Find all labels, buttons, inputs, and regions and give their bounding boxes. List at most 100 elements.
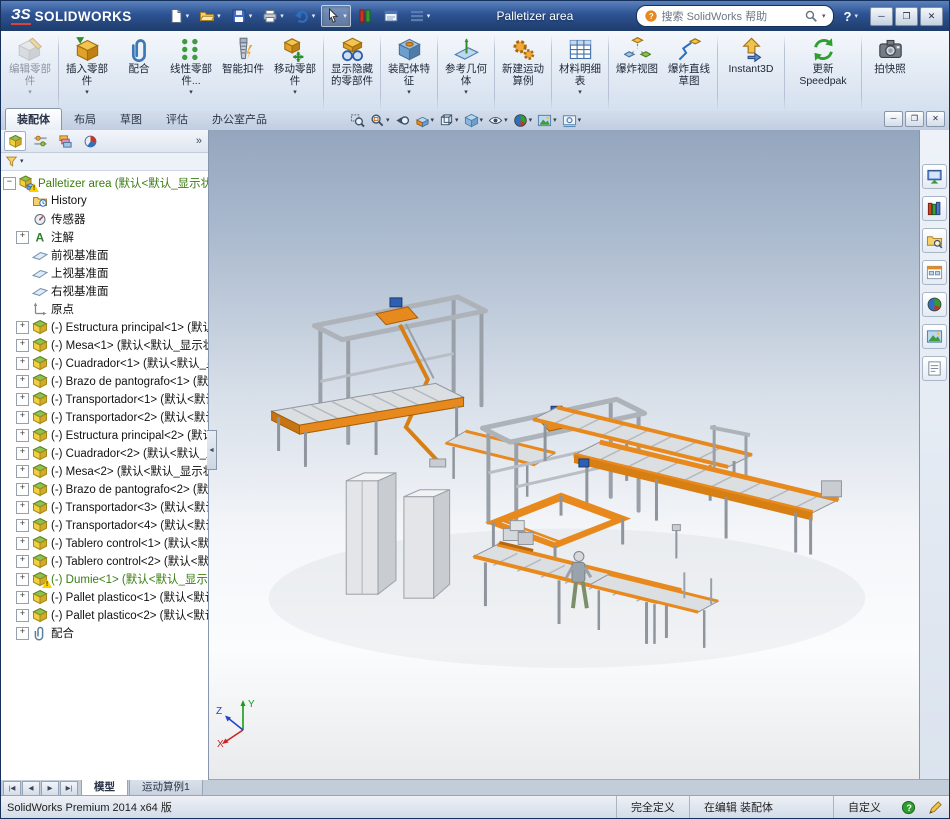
close-button[interactable]: ✕: [920, 6, 943, 26]
expand-icon[interactable]: +: [16, 338, 29, 352]
assembly-features-button[interactable]: 装配体特征 ▾: [383, 33, 435, 113]
bom-button[interactable]: 材料明细表 ▾: [554, 33, 606, 113]
graphics-area[interactable]: Y X Z: [209, 130, 919, 780]
explode-line-button[interactable]: 爆炸直线草图: [663, 33, 715, 113]
tree-item[interactable]: + (-) Transportador<3> (默认<默认_显示状态-1>): [3, 498, 208, 516]
motion-study-button[interactable]: 新建运动算例: [497, 33, 549, 113]
tab-evaluate[interactable]: 评估: [154, 108, 200, 130]
tree-item[interactable]: + A 注解: [3, 228, 208, 246]
expand-icon[interactable]: +: [16, 230, 29, 244]
hide-show-items-button[interactable]: ▾: [487, 113, 509, 128]
tree-root-item[interactable]: −!Palletizer area (默认<默认_显示状态-1>): [3, 174, 208, 192]
tree-item[interactable]: + (-) Transportador<1> (默认<默认_显示状态-1>): [3, 390, 208, 408]
chevron-down-icon[interactable]: ▾: [529, 117, 533, 124]
tree-item[interactable]: + (-) Transportador<2> (默认<默认_显示状态-1>): [3, 408, 208, 426]
previous-tab-button[interactable]: ◀: [22, 780, 40, 796]
quick-tips-icon[interactable]: ?: [901, 800, 916, 815]
panel-splitter[interactable]: ◄: [207, 430, 217, 470]
view-settings-button[interactable]: ▾: [561, 113, 583, 128]
zoom-area-button[interactable]: ▾: [369, 113, 391, 128]
chevron-down-icon[interactable]: ▾: [85, 89, 89, 96]
tree-item[interactable]: 右视基准面: [3, 282, 208, 300]
assembly-model[interactable]: [209, 130, 919, 780]
exploded-view-button[interactable]: 爆炸视图: [611, 33, 663, 113]
tree-item[interactable]: + (-) Tablero control<2> (默认<默认_显示状态-1>): [3, 552, 208, 570]
tree-item[interactable]: + 配合: [3, 624, 208, 642]
chevron-down-icon[interactable]: ▾: [455, 117, 459, 124]
tab-sketch[interactable]: 草图: [108, 108, 154, 130]
collapse-icon[interactable]: −: [3, 176, 16, 190]
expand-icon[interactable]: +: [16, 392, 29, 406]
expand-icon[interactable]: +: [16, 356, 29, 370]
tree-item[interactable]: + (-) Tablero control<1> (默认<默认_显示状态-1>): [3, 534, 208, 552]
last-tab-button[interactable]: ▶|: [60, 780, 78, 796]
chevron-down-icon[interactable]: ▾: [249, 13, 253, 20]
expand-icon[interactable]: +: [16, 554, 29, 568]
tree-item[interactable]: + (-) Brazo de pantografo<1> (默认<默认_显示状态-…: [3, 372, 208, 390]
design-library-button[interactable]: [922, 196, 947, 221]
chevron-down-icon[interactable]: ▾: [464, 89, 468, 96]
mate-button[interactable]: 配合: [113, 33, 165, 113]
options-button[interactable]: ▾: [405, 5, 435, 27]
expand-icon[interactable]: +: [16, 428, 29, 442]
first-tab-button[interactable]: |◀: [3, 780, 21, 796]
open-document-button[interactable]: ▾: [195, 5, 225, 27]
section-view-button[interactable]: ▾: [414, 113, 436, 128]
chevron-down-icon[interactable]: ▾: [578, 117, 582, 124]
chevron-down-icon[interactable]: ▾: [578, 89, 582, 96]
chevron-down-icon[interactable]: ▾: [280, 13, 284, 20]
displaymanager-tab[interactable]: [79, 131, 101, 151]
tree-item[interactable]: + (-) Mesa<2> (默认<默认_显示状态-1>): [3, 462, 208, 480]
speedpak-button[interactable]: 更新 Speedpak: [787, 33, 859, 113]
search-icon[interactable]: [804, 9, 818, 23]
zoom-fit-button[interactable]: [349, 113, 366, 128]
chevron-down-icon[interactable]: ▾: [189, 89, 193, 96]
document-close-button[interactable]: ✕: [926, 110, 945, 127]
tree-item[interactable]: History: [3, 192, 208, 210]
featuremanager-tab[interactable]: [4, 131, 26, 151]
move-component-button[interactable]: 移动零部件 ▾: [269, 33, 321, 113]
chevron-down-icon[interactable]: ▾: [293, 89, 297, 96]
expand-icon[interactable]: +: [16, 518, 29, 532]
select-button[interactable]: ▾: [321, 5, 351, 27]
new-document-button[interactable]: ▾: [164, 5, 194, 27]
chevron-down-icon[interactable]: ▾: [427, 13, 431, 20]
scenes-button[interactable]: [922, 324, 947, 349]
chevron-down-icon[interactable]: ▾: [28, 89, 32, 96]
view-orientation-button[interactable]: ▾: [438, 113, 460, 128]
expand-icon[interactable]: +: [16, 464, 29, 478]
tree-item[interactable]: 前视基准面: [3, 246, 208, 264]
chevron-down-icon[interactable]: ▾: [312, 13, 316, 20]
undo-button[interactable]: ▾: [290, 5, 320, 27]
previous-view-button[interactable]: [394, 113, 411, 128]
filter-bar[interactable]: ▾: [1, 153, 208, 171]
chevron-down-icon[interactable]: ▾: [553, 117, 557, 124]
linear-pattern-button[interactable]: 线性零部件... ▾: [165, 33, 217, 113]
tree-item[interactable]: + (-) Estructura principal<1> (默认<默认_显示状态…: [3, 318, 208, 336]
tree-item[interactable]: 传感器: [3, 210, 208, 228]
expand-icon[interactable]: +: [16, 482, 29, 496]
restore-button[interactable]: ❐: [895, 6, 918, 26]
chevron-down-icon[interactable]: ▾: [407, 89, 411, 96]
tree-item[interactable]: + (-) Cuadrador<1> (默认<默认_显示状态-1>): [3, 354, 208, 372]
resources-button[interactable]: [922, 164, 947, 189]
next-tab-button[interactable]: ▶: [41, 780, 59, 796]
configurationmanager-tab[interactable]: [54, 131, 76, 151]
unit-system[interactable]: 自定义: [833, 796, 895, 818]
edit-appearance-button[interactable]: ▾: [512, 113, 534, 128]
tree-item[interactable]: 原点: [3, 300, 208, 318]
chevron-down-icon[interactable]: ▾: [386, 117, 390, 124]
tab-office-products[interactable]: 办公室产品: [200, 108, 279, 130]
expand-icon[interactable]: +: [16, 500, 29, 514]
chevron-down-icon[interactable]: ▾: [186, 13, 190, 20]
tree-item[interactable]: + (-) Transportador<4> (默认<默认_显示状态-1>): [3, 516, 208, 534]
chevron-down-icon[interactable]: ▾: [431, 117, 435, 124]
expand-icon[interactable]: +: [16, 446, 29, 460]
file-explorer-button[interactable]: [922, 228, 947, 253]
tree-item[interactable]: + (-) Pallet plastico<2> (默认<默认_显示状态-1>): [3, 606, 208, 624]
reference-geometry-button[interactable]: 参考几何体 ▾: [440, 33, 492, 113]
tree-item[interactable]: + (-) Cuadrador<2> (默认<默认_显示状态-1>): [3, 444, 208, 462]
tree-item[interactable]: +!(-) Dumie<1> (默认<默认_显示状态-1>): [3, 570, 208, 588]
custom-properties-button[interactable]: [922, 356, 947, 381]
expand-icon[interactable]: +: [16, 410, 29, 424]
